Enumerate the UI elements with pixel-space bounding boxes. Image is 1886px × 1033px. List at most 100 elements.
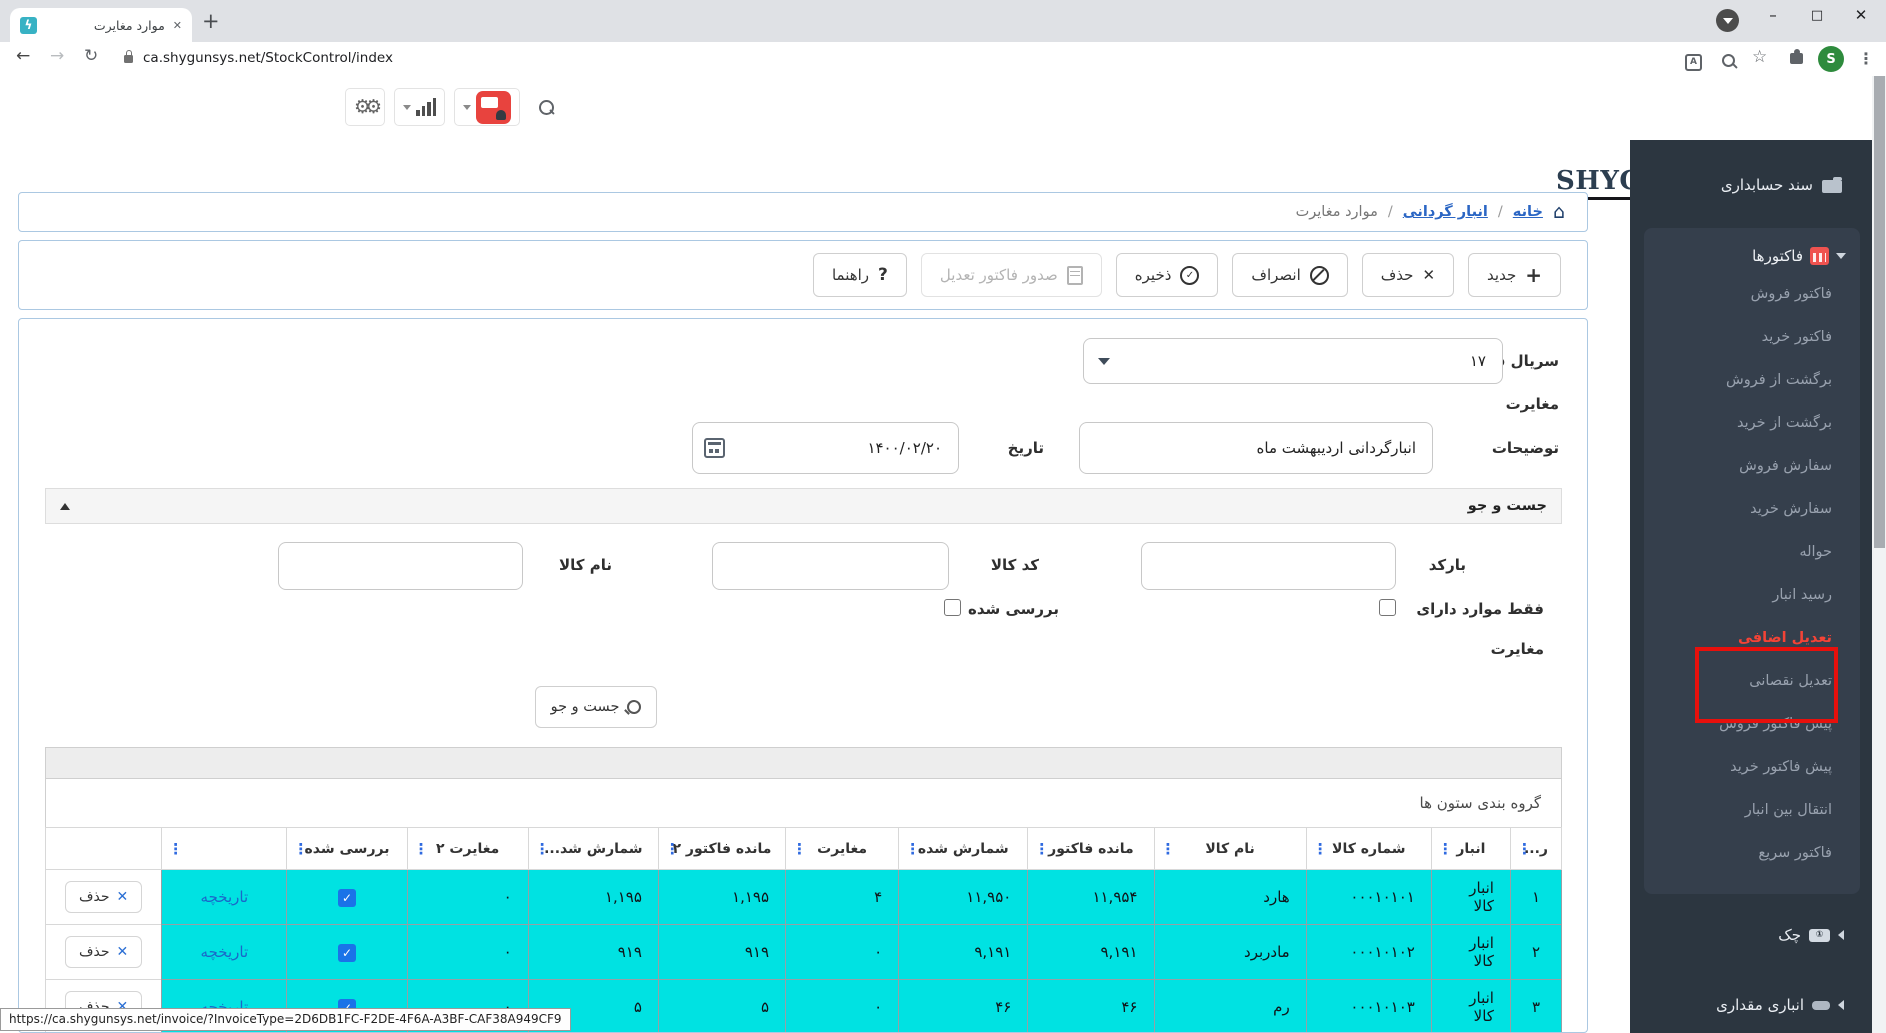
breadcrumb-home-link[interactable]: خانه <box>1513 204 1543 220</box>
row-checked-checkbox[interactable]: ✓ <box>338 944 356 962</box>
column-header-history[interactable]: ⋮ <box>162 828 287 870</box>
column-header-discrepancy[interactable]: مغایرت ⋮ <box>786 828 899 870</box>
zoom-icon[interactable] <box>1722 52 1735 71</box>
description-input[interactable]: انبارگردانی اردیبهشت ماه <box>1079 422 1433 474</box>
search-icon[interactable] <box>539 100 554 115</box>
table-row[interactable]: ۱انبار کالا۰۰۰۱۰۱۰۱هارد۱۱,۹۵۴۱۱,۹۵۰۴۱,۱۹… <box>46 870 1562 925</box>
column-header-discrepancy-2[interactable]: مغایرت ۲⋮ <box>407 828 528 870</box>
search-button[interactable]: جست و جو <box>535 686 657 728</box>
column-header-row-number[interactable]: ر...⋮ <box>1510 828 1561 870</box>
column-menu-icon[interactable]: ⋮ <box>168 840 183 858</box>
column-header-counted-2[interactable]: شمارش شد...⋮ <box>528 828 658 870</box>
column-header-delete[interactable] <box>46 828 162 870</box>
column-menu-icon[interactable]: ⋮ <box>1313 840 1328 858</box>
lock-icon[interactable] <box>124 55 133 63</box>
url-text[interactable]: ca.shygunsys.net/StockControl/index <box>143 50 393 66</box>
cell-item-code: ۰۰۰۱۰۱۰۳ <box>1306 980 1431 1033</box>
row-delete-button[interactable]: ✕حذف <box>65 936 142 968</box>
collapse-arrow-icon[interactable] <box>60 503 70 510</box>
column-menu-icon[interactable]: ⋮ <box>665 840 680 858</box>
sidebar-item[interactable]: انتقال بین انبار <box>1658 788 1846 831</box>
scrollbar-thumb[interactable] <box>1874 76 1885 548</box>
cell-checked: ✓ <box>287 870 407 925</box>
column-menu-icon[interactable]: ⋮ <box>905 840 920 858</box>
column-header-counted[interactable]: شمارش شده⋮ <box>899 828 1028 870</box>
column-label: مغایرت <box>817 841 867 857</box>
column-header-invoice-remainder-2[interactable]: مانده فاکتور ۲⋮ <box>658 828 785 870</box>
item-code-input[interactable] <box>712 542 949 590</box>
back-icon[interactable]: ← <box>16 46 30 66</box>
sidebar-group-invoices[interactable]: فاکتورها <box>1658 240 1846 272</box>
search-section-header[interactable]: جست و جو <box>45 488 1562 524</box>
new-tab-button[interactable]: + <box>202 9 220 33</box>
tab-close-icon[interactable]: ✕ <box>173 20 182 31</box>
only-discrepancy-checkbox[interactable] <box>1379 599 1396 616</box>
sidebar-item[interactable]: سفارش خرید <box>1658 487 1846 530</box>
row-delete-button[interactable]: ✕حذف <box>65 881 142 913</box>
column-header-checked[interactable]: بررسی شده⋮ <box>287 828 407 870</box>
column-header-item-name[interactable]: نام کالا⋮ <box>1154 828 1306 870</box>
save-button[interactable]: ذخیره <box>1116 253 1219 297</box>
table-row[interactable]: ۲انبار کالا۰۰۰۱۰۱۰۲مادربرد۹,۱۹۱۹,۱۹۱۰۹۱۹… <box>46 925 1562 980</box>
column-menu-icon[interactable]: ⋮ <box>1438 840 1453 858</box>
search-button-label: جست و جو <box>551 699 620 715</box>
settings-button[interactable]: ⚙⚙ <box>345 88 385 126</box>
breadcrumb-section-link[interactable]: انبار گردانی <box>1403 204 1488 220</box>
cancel-button[interactable]: انصراف <box>1232 253 1347 297</box>
sidebar-item[interactable]: فاکتور سریع <box>1658 831 1846 874</box>
sidebar-item[interactable]: سفارش فروش <box>1658 444 1846 487</box>
browser-profile-avatar[interactable]: S <box>1818 46 1844 72</box>
browser-update-icon[interactable] <box>1716 9 1739 32</box>
column-header-invoice-remainder[interactable]: مانده فاکتور⋮ <box>1028 828 1154 870</box>
sidebar-item[interactable]: برگشت از خرید <box>1658 401 1846 444</box>
history-link[interactable]: تاریخچه <box>201 943 249 961</box>
column-menu-icon[interactable]: ⋮ <box>414 840 429 858</box>
column-header-warehouse[interactable]: انبار⋮ <box>1431 828 1510 870</box>
help-button[interactable]: راهنما <box>813 253 907 297</box>
sidebar-item-accounting-doc[interactable]: سند حسابداری <box>1630 176 1872 194</box>
barcode-input[interactable] <box>1141 542 1396 590</box>
new-button[interactable]: جدید <box>1468 253 1561 297</box>
history-link[interactable]: تاریخچه <box>201 888 249 906</box>
cell-discrepancy: ۰ <box>786 925 899 980</box>
column-menu-icon[interactable]: ⋮ <box>792 840 807 858</box>
column-menu-icon[interactable]: ⋮ <box>1034 840 1049 858</box>
grid-group-hint[interactable]: گروه بندی ستون ها <box>45 779 1562 827</box>
sidebar-item[interactable]: رسید انبار <box>1658 573 1846 616</box>
window-close-button[interactable]: ✕ <box>1846 6 1876 24</box>
sidebar-item[interactable]: حواله <box>1658 530 1846 573</box>
date-input[interactable]: ۱۴۰۰/۰۲/۲۰ <box>692 422 959 474</box>
page-scrollbar[interactable] <box>1872 76 1886 1033</box>
sidebar-item[interactable]: برگشت از فروش <box>1658 358 1846 401</box>
translate-icon[interactable]: A <box>1685 49 1702 71</box>
checked-checkbox[interactable] <box>944 599 961 616</box>
sidebar-item[interactable]: پیش فاکتور خرید <box>1658 745 1846 788</box>
sidebar-item[interactable]: فاکتور فروش <box>1658 272 1846 315</box>
delete-label: حذف <box>79 944 110 960</box>
delete-button[interactable]: حذف <box>1362 253 1454 297</box>
sidebar-item-quantity-store[interactable]: انباری مقداری <box>1630 996 1872 1014</box>
forward-icon[interactable]: → <box>50 46 64 66</box>
column-menu-icon[interactable]: ⋮ <box>1517 840 1532 858</box>
reload-icon[interactable]: ↻ <box>84 46 98 66</box>
only-discrepancy-label-line1: فقط موارد دارای <box>1416 600 1544 618</box>
bookmark-star-icon[interactable]: ☆ <box>1752 47 1767 67</box>
sidebar-item-cheque[interactable]: ① چک <box>1630 926 1872 944</box>
column-menu-icon[interactable]: ⋮ <box>1161 840 1176 858</box>
window-maximize-button[interactable]: □ <box>1802 8 1832 23</box>
column-header-item-code[interactable]: شماره کالا⋮ <box>1306 828 1431 870</box>
remote-support-dropdown-button[interactable] <box>454 88 520 126</box>
window-minimize-button[interactable]: – <box>1758 6 1788 24</box>
item-name-input[interactable] <box>278 542 523 590</box>
extensions-puzzle-icon[interactable] <box>1790 49 1803 68</box>
sidebar-item[interactable]: فاکتور خرید <box>1658 315 1846 358</box>
reports-dropdown-button[interactable] <box>394 88 445 126</box>
button-label: راهنما <box>832 266 869 284</box>
browser-menu-icon[interactable]: ⋮ <box>1858 49 1874 68</box>
column-menu-icon[interactable]: ⋮ <box>293 840 308 858</box>
browser-tab[interactable]: ϟ موارد مغایرت ✕ <box>10 8 192 42</box>
serial-file-select[interactable]: ۱۷ <box>1083 338 1503 384</box>
issue-adjustment-invoice-button[interactable]: صدور فاکتور تعدیل <box>921 253 1102 297</box>
row-checked-checkbox[interactable]: ✓ <box>338 889 356 907</box>
column-menu-icon[interactable]: ⋮ <box>535 840 550 858</box>
